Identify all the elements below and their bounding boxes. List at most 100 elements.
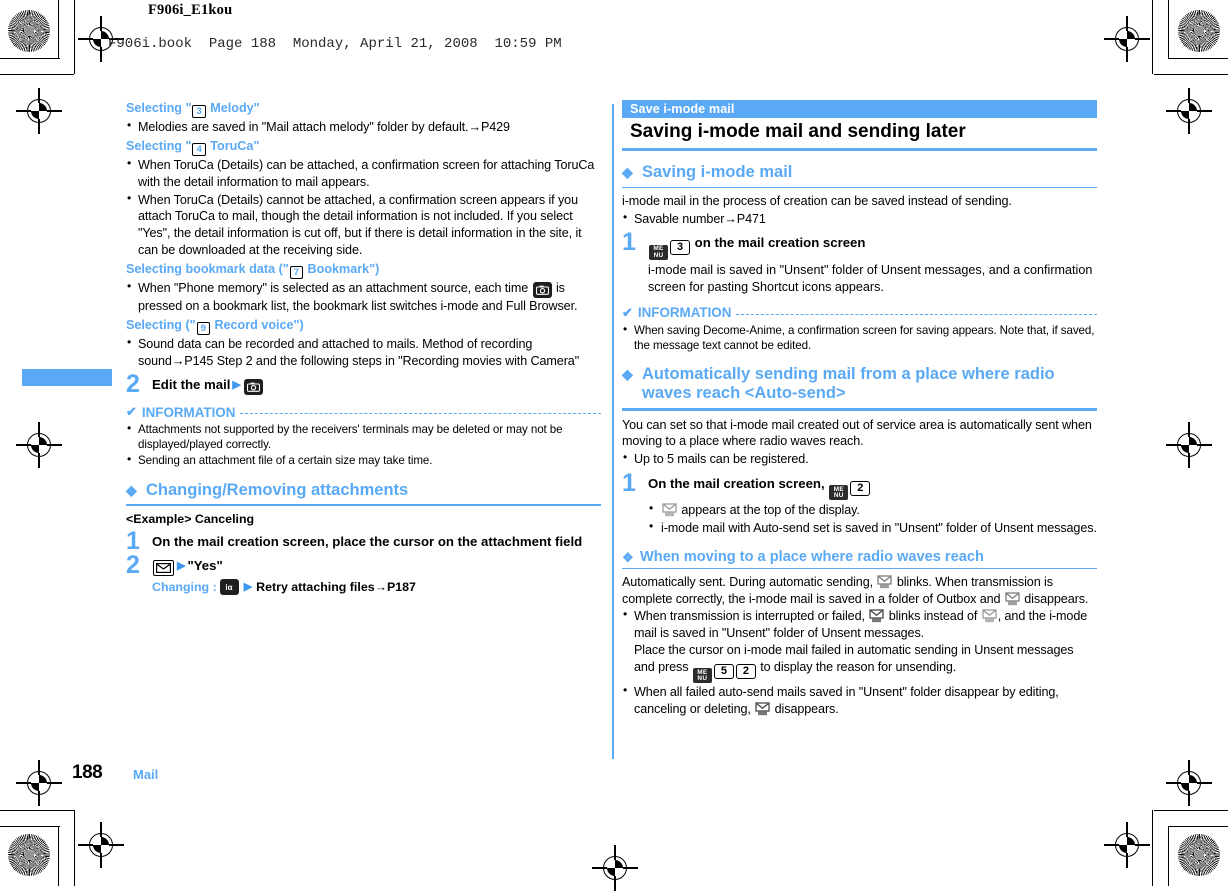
step-number: 1 [126, 526, 140, 555]
registration-mark-right-lower [1166, 760, 1212, 806]
list-item: Attachments not supported by the receive… [126, 421, 601, 452]
key-9-icon: 9 [196, 321, 210, 335]
heading-rule [622, 186, 1097, 188]
heading-suffix: Bookmark") [304, 261, 380, 276]
trim-line [0, 810, 74, 812]
step-place-cursor: 1 On the mail creation screen, place the… [126, 528, 601, 553]
heading-auto-send: Automatically sending mail from a place … [622, 365, 1097, 405]
trim-line [1152, 0, 1154, 74]
step-title: ME NU 3 on the mail creation screen [648, 234, 1097, 261]
camera-key-icon [532, 281, 552, 298]
mail-key-icon [153, 559, 174, 576]
trim-line [1154, 810, 1228, 812]
registration-mark-bottom-right [1104, 822, 1150, 868]
trim-line [74, 0, 76, 74]
auto-send-status-icon [877, 575, 893, 589]
menu-key-icon: ME NU [692, 668, 712, 684]
heading-selecting-bookmark: Selecting bookmark data (" 7 Bookmark") [126, 261, 601, 279]
melody-bullets: Melodies are saved in "Mail attach melod… [126, 118, 601, 136]
registration-mark-left-upper [16, 88, 62, 134]
trim-line [0, 58, 60, 60]
step-title: ▶ "Yes" [152, 557, 601, 576]
key-3-icon: 3 [670, 240, 690, 256]
title-rule [622, 148, 1097, 151]
arrow-icon: ▶ [177, 559, 186, 572]
list-item: appears at the top of the display. [648, 501, 1097, 519]
trim-line [1154, 74, 1228, 76]
list-item: When transmission is interrupted or fail… [622, 607, 1097, 684]
list-item: i-mode mail with Auto-send set is saved … [648, 519, 1097, 537]
key-2-icon: 2 [735, 663, 756, 679]
step-title: On the mail creation screen, ME NU 2 [648, 475, 1097, 501]
send-failed-status-icon [755, 702, 770, 716]
edge-tab-marker [22, 369, 112, 386]
yes-label: "Yes" [187, 557, 223, 573]
column-divider [612, 104, 614, 759]
moving-text-3: disappears. [1024, 591, 1089, 606]
camera-key-icon [243, 379, 263, 396]
key-5-icon: 5 [713, 663, 734, 679]
trim-line [58, 0, 60, 58]
heading-saving-imode-mail: Saving i-mode mail [622, 163, 1097, 183]
bookmark-bullets: When "Phone memory" is selected as an at… [126, 279, 601, 315]
heading-rule [126, 504, 601, 506]
auto-send-status-icon [1005, 592, 1020, 606]
information-label: INFORMATION [637, 305, 732, 320]
trim-line [0, 74, 74, 76]
auto-send-status-icon [662, 503, 677, 517]
step-title-text: On the mail creation screen, [648, 475, 825, 491]
example-label: <Example> Canceling [126, 511, 255, 526]
book-print-line: F906i.book Page 188 Monday, April 21, 20… [108, 36, 562, 52]
autosend-step-bullets: appears at the top of the display. i-mod… [648, 501, 1097, 537]
check-icon: ✔ [126, 404, 137, 420]
saving-bullets: Savable number→P471 [622, 210, 1097, 228]
information-label: INFORMATION [141, 404, 236, 420]
list-item: Savable number→P471 [622, 210, 1097, 228]
registration-mark-left-middle [16, 422, 62, 468]
registration-mark-bottom-center [592, 845, 638, 891]
bullet-text-part1: When "Phone memory" is selected as an at… [138, 280, 529, 295]
send-failed-status-icon [869, 609, 884, 623]
bullet-text: appears at the top of the display. [681, 503, 860, 518]
step-title: On the mail creation screen, place the c… [152, 533, 583, 549]
trim-line [1168, 826, 1170, 886]
heading-suffix: ToruCa" [206, 138, 260, 153]
saving-intro: i-mode mail in the process of creation c… [622, 193, 1012, 208]
trim-line [1168, 0, 1170, 58]
auto-send-status-icon [982, 609, 997, 623]
key-2-icon: 2 [850, 480, 871, 496]
key-7-icon: 7 [289, 265, 304, 279]
left-column: Selecting "3 Melody" Melodies are saved … [126, 100, 601, 599]
information-header-right: ✔ INFORMATION [622, 305, 1097, 321]
step-number: 2 [126, 370, 140, 399]
arrow-icon: ▶ [232, 379, 241, 392]
menu-key-icon: ME NU [829, 485, 849, 501]
heading-prefix: Selecting bookmark data (" [126, 261, 289, 276]
list-item: When saving Decome-Anime, a confirmation… [622, 321, 1097, 353]
list-item: Sound data can be recorded and attached … [126, 335, 601, 369]
page-number: 188 [72, 762, 103, 783]
step-number: 1 [622, 228, 636, 257]
trim-line [0, 826, 60, 828]
list-item: When ToruCa (Details) can be attached, a… [126, 156, 601, 190]
section-title: Saving i-mode mail and sending later [630, 121, 966, 142]
step-title-text: on the mail creation screen [694, 235, 866, 251]
moving-bullet-text-2: blinks instead of [888, 609, 978, 624]
step-save-mail: 1 ME NU 3 on the mail creation screen i-mo… [622, 230, 1097, 295]
moving-bullet-text-5: to display the reason for unsending. [760, 659, 957, 674]
heading-suffix: Record voice") [210, 317, 304, 332]
moving-bullet-text-6: When all failed auto-send mails saved in… [634, 685, 1059, 716]
heading-selecting-melody: Selecting " 3 Melody" [126, 100, 601, 119]
toruca-bullets: When ToruCa (Details) can be attached, a… [126, 156, 601, 258]
heading-prefix: Selecting (" [126, 317, 196, 332]
section-banner: Save i-mode mail [622, 100, 1097, 118]
registration-mark-right-middle [1166, 422, 1212, 468]
moving-bullet-text-7: disappears. [774, 701, 839, 716]
trim-line [1152, 810, 1154, 886]
print-color-target-bottom-left [8, 834, 50, 876]
information-header-left: ✔ INFORMATION [126, 404, 601, 420]
imode-key-icon: iα [219, 578, 239, 595]
key-4-icon: 4 [192, 143, 206, 157]
svg-text:iα: iα [226, 583, 233, 592]
changing-note: Changing : iα ▶ Retry attaching files→P1… [152, 578, 601, 595]
